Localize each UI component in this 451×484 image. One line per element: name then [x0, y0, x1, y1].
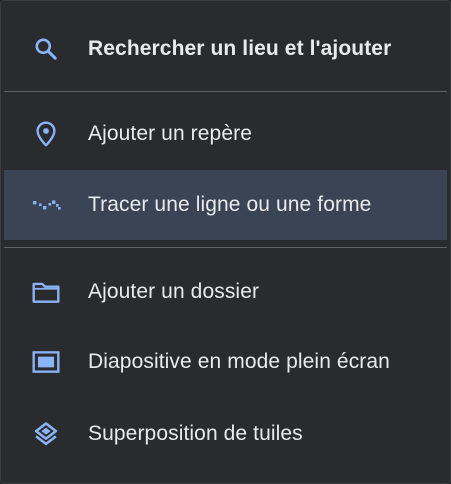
menu-item-add-folder[interactable]: Ajouter un dossier	[4, 257, 447, 327]
menu-item-label: Superposition de tuiles	[88, 422, 303, 445]
menu-item-label: Ajouter un dossier	[88, 280, 260, 303]
context-menu: Rechercher un lieu et l'ajouter Ajouter …	[0, 0, 451, 484]
slideshow-icon	[30, 346, 62, 378]
polyline-icon	[30, 189, 62, 221]
menu-item-label: Diapositive en mode plein écran	[88, 350, 390, 373]
menu-item-add-marker[interactable]: Ajouter un repère	[4, 99, 447, 169]
location-pin-icon	[30, 118, 62, 150]
layers-icon	[30, 418, 62, 450]
menu-item-tile-overlay[interactable]: Superposition de tuiles	[4, 399, 447, 469]
menu-item-label: Rechercher un lieu et l'ajouter	[88, 37, 392, 60]
menu-item-draw-line[interactable]: Tracer une ligne ou une forme	[4, 170, 447, 240]
menu-item-fullscreen-slideshow[interactable]: Diapositive en mode plein écran	[4, 327, 447, 397]
menu-divider	[4, 91, 447, 92]
search-icon	[30, 33, 62, 65]
folder-icon	[30, 276, 62, 308]
menu-item-label: Tracer une ligne ou une forme	[88, 193, 372, 216]
menu-divider	[4, 247, 447, 248]
menu-item-search-place[interactable]: Rechercher un lieu et l'ajouter	[4, 14, 447, 84]
menu-item-label: Ajouter un repère	[88, 122, 252, 145]
